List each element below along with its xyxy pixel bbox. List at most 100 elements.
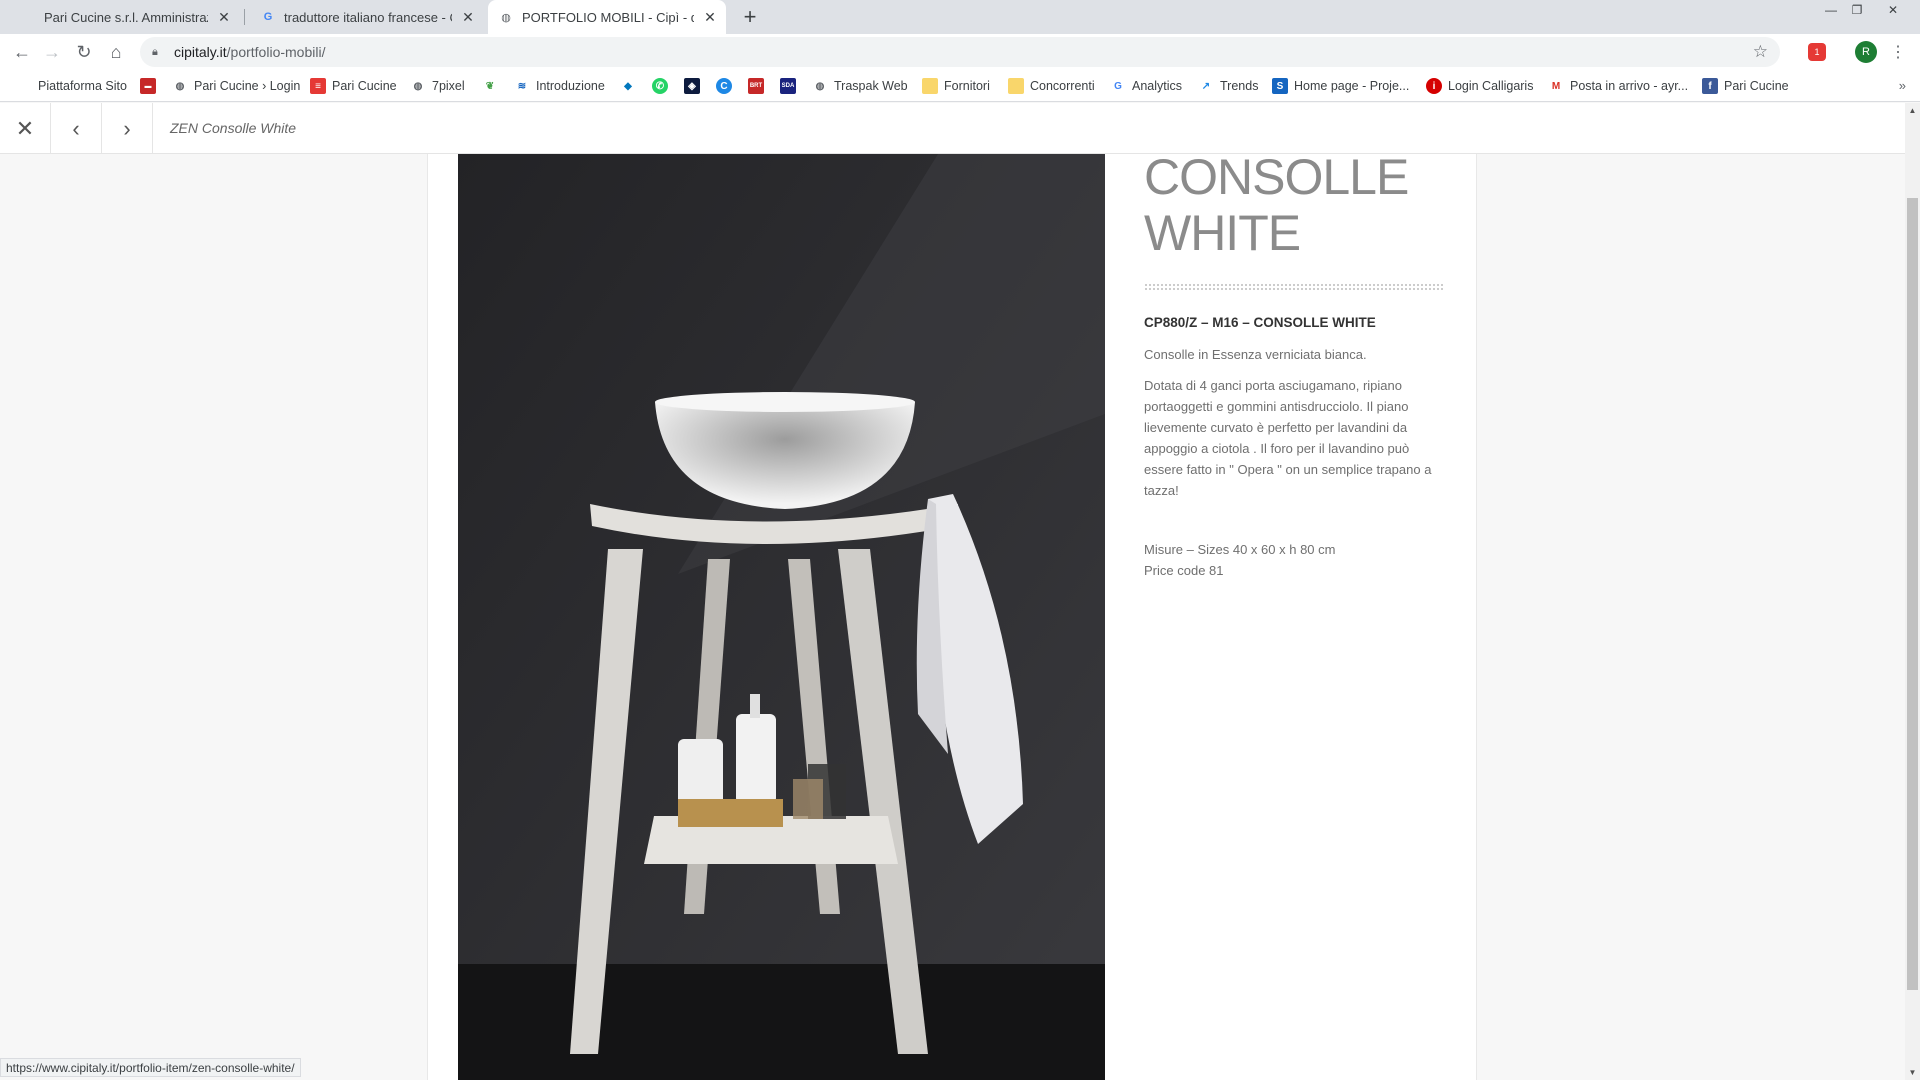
tab-portfolio-mobili[interactable]: ◍ PORTFOLIO MOBILI - Cipì - desig ✕ bbox=[488, 0, 726, 34]
bookmark-introduzione[interactable]: ≋ Introduzione bbox=[514, 70, 605, 102]
product-sizes-block: Misure – Sizes 40 x 60 x h 80 cm Price c… bbox=[1144, 539, 1444, 581]
bookmark-label: Fornitori bbox=[944, 79, 990, 93]
lightbox-title: ZEN Consolle White bbox=[170, 120, 297, 136]
bookmark-concorrenti[interactable]: Concorrenti bbox=[1008, 70, 1095, 102]
url-path: /portfolio-mobili/ bbox=[226, 44, 326, 60]
bookmark-cube[interactable]: ◆ bbox=[620, 70, 642, 102]
window-close-icon[interactable]: ✕ bbox=[1880, 0, 1906, 20]
minimize-icon[interactable]: — bbox=[1818, 0, 1844, 20]
bookmark-label: Pari Cucine › Login bbox=[194, 79, 301, 93]
dotted-divider bbox=[1144, 283, 1444, 291]
scroll-down-arrow-icon[interactable]: ▼ bbox=[1905, 1065, 1920, 1080]
bookmark-whatsapp[interactable]: ✆ bbox=[652, 70, 674, 102]
bookmark-star-icon[interactable]: ☆ bbox=[1753, 42, 1768, 62]
globe-icon: ◍ bbox=[815, 80, 825, 92]
tab-title: traduttore italiano francese - Cer bbox=[284, 9, 452, 25]
bookmark-pari-cucine-login[interactable]: ◍ Pari Cucine › Login bbox=[172, 70, 301, 102]
c-icon: C bbox=[716, 78, 732, 94]
bookmark-label: Concorrenti bbox=[1030, 79, 1095, 93]
bookmark-posta-in-arrivo[interactable]: M Posta in arrivo - ayr... bbox=[1548, 70, 1688, 102]
bookmark-label: Analytics bbox=[1132, 79, 1183, 93]
page-scrollbar[interactable]: ▲ ▼ bbox=[1905, 103, 1920, 1080]
lightbox-header: ✕ ‹ › ZEN Consolle White bbox=[0, 103, 1905, 154]
menu-icon[interactable]: ⋮ bbox=[1890, 42, 1906, 62]
product-code: CP880/Z – M16 – CONSOLLE WHITE bbox=[1144, 315, 1376, 330]
bookmark-c[interactable]: C bbox=[716, 70, 738, 102]
tab-title: PORTFOLIO MOBILI - Cipì - desig bbox=[522, 9, 694, 25]
tab-traduttore[interactable]: G traduttore italiano francese - Cer ✕ bbox=[250, 0, 484, 34]
profile-avatar[interactable]: R bbox=[1855, 41, 1877, 63]
url-host: cipitaly.it bbox=[174, 44, 227, 60]
bookmark-label: Pari Cucine bbox=[332, 79, 397, 93]
bookmark-pari-cucine-facebook[interactable]: f Pari Cucine bbox=[1702, 70, 1789, 102]
bookmark-trends[interactable]: ↗ Trends bbox=[1198, 70, 1259, 102]
browser-toolbar: ← → ↻ ⌂ 🔒︎ cipitaly.it/portfolio-mobili/… bbox=[0, 34, 1920, 70]
forward-button[interactable]: → bbox=[38, 38, 66, 66]
scrollbar-thumb[interactable] bbox=[1907, 198, 1918, 990]
bookmark-analytics[interactable]: G Analytics bbox=[1110, 70, 1182, 102]
tab-title: Pari Cucine s.r.l. Amministrazione bbox=[44, 9, 208, 25]
bookmark-login-calligaris[interactable]: i Login Calligaris bbox=[1426, 70, 1533, 102]
new-tab-button[interactable]: + bbox=[737, 4, 763, 30]
address-bar[interactable]: 🔒︎ cipitaly.it/portfolio-mobili/ ☆ bbox=[140, 37, 1780, 67]
extension-badge: 1 bbox=[1814, 47, 1820, 57]
home-button[interactable]: ⌂ bbox=[102, 38, 130, 66]
bookmark-fornitori[interactable]: Fornitori bbox=[922, 70, 990, 102]
chevron-double-right-icon[interactable]: » bbox=[1899, 78, 1906, 93]
product-price-code: Price code 81 bbox=[1144, 563, 1224, 578]
reload-button[interactable]: ↻ bbox=[70, 38, 98, 66]
close-icon[interactable]: ✕ bbox=[0, 103, 51, 154]
close-icon[interactable]: ✕ bbox=[216, 9, 232, 25]
url-text: cipitaly.it/portfolio-mobili/ bbox=[174, 44, 325, 60]
back-button[interactable]: ← bbox=[8, 38, 36, 66]
status-url-bubble: https://www.cipitaly.it/portfolio-item/z… bbox=[0, 1058, 301, 1077]
whatsapp-icon: ✆ bbox=[652, 78, 668, 94]
globe-icon: ◍ bbox=[413, 80, 423, 92]
chevron-left-icon[interactable]: ‹ bbox=[51, 103, 102, 154]
folder-icon bbox=[1008, 78, 1024, 94]
close-icon[interactable]: ✕ bbox=[702, 9, 718, 25]
product-heading-line2: WHITE bbox=[1144, 205, 1301, 261]
close-icon[interactable]: ✕ bbox=[460, 9, 476, 25]
page-viewport: ✕ ‹ › ZEN Consolle White CONSOLLE WHITE … bbox=[0, 103, 1905, 1080]
scroll-up-arrow-icon[interactable]: ▲ bbox=[1905, 103, 1920, 118]
bookmark-label: Pari Cucine bbox=[1724, 79, 1789, 93]
s-icon: S bbox=[1272, 78, 1288, 94]
trends-icon: ↗ bbox=[1201, 80, 1211, 92]
extension-icon[interactable]: 1 bbox=[1808, 43, 1826, 61]
bookmark-label: Piattaforma Sito bbox=[38, 79, 127, 93]
bookmark-pari-cucine[interactable]: ≡ Pari Cucine bbox=[310, 70, 397, 102]
restore-icon[interactable]: ❐ bbox=[1844, 0, 1870, 20]
product-photo-svg bbox=[458, 154, 1105, 1080]
bookmark-label: 7pixel bbox=[432, 79, 465, 93]
doc-icon: ≡ bbox=[310, 78, 326, 94]
leaf-icon: ❦ bbox=[485, 80, 495, 92]
tab-pari-cucine-amministrazione[interactable]: Pari Cucine s.r.l. Amministrazione ✕ bbox=[34, 0, 240, 34]
globe-icon: ◍ bbox=[175, 80, 185, 92]
lock-icon[interactable]: 🔒︎ bbox=[152, 46, 166, 59]
product-image[interactable] bbox=[458, 154, 1105, 1080]
bookmark-label: Posta in arrivo - ayr... bbox=[1570, 79, 1689, 93]
bookmark-leaf[interactable]: ❦ bbox=[482, 70, 504, 102]
google-icon: G bbox=[263, 11, 273, 23]
bookmark-piattaforma-sito[interactable]: Piattaforma Sito bbox=[38, 70, 127, 102]
globe-icon: ◍ bbox=[501, 11, 511, 24]
stack-icon: ≋ bbox=[517, 80, 527, 92]
facebook-icon: f bbox=[1702, 78, 1718, 94]
bookmark-label: Trends bbox=[1220, 79, 1259, 93]
chevron-right-icon[interactable]: › bbox=[102, 103, 153, 154]
tab-strip: Pari Cucine s.r.l. Amministrazione ✕ G t… bbox=[0, 0, 1920, 34]
bookmark-dropbox[interactable]: ◈ bbox=[684, 70, 706, 102]
bookmark-traspak-web[interactable]: ◍ Traspak Web bbox=[812, 70, 908, 102]
bookmark-sda[interactable]: SDA bbox=[780, 70, 802, 102]
sda-icon: SDA bbox=[780, 78, 796, 94]
bookmark-brt[interactable]: BRT bbox=[748, 70, 770, 102]
bookmark-home-page-proje[interactable]: S Home page - Proje... bbox=[1272, 70, 1409, 102]
calligaris-icon: i bbox=[1426, 78, 1442, 94]
product-description: Consolle in Essenza verniciata bianca. bbox=[1144, 347, 1367, 362]
bookmark-tyre[interactable]: ▬ bbox=[140, 70, 162, 102]
bookmark-label: Introduzione bbox=[536, 79, 605, 93]
dropbox-icon: ◈ bbox=[684, 78, 700, 94]
bookmark-7pixel[interactable]: ◍ 7pixel bbox=[410, 70, 465, 102]
bookmarks-bar: Piattaforma Sito ▬ ◍ Pari Cucine › Login … bbox=[0, 70, 1920, 102]
